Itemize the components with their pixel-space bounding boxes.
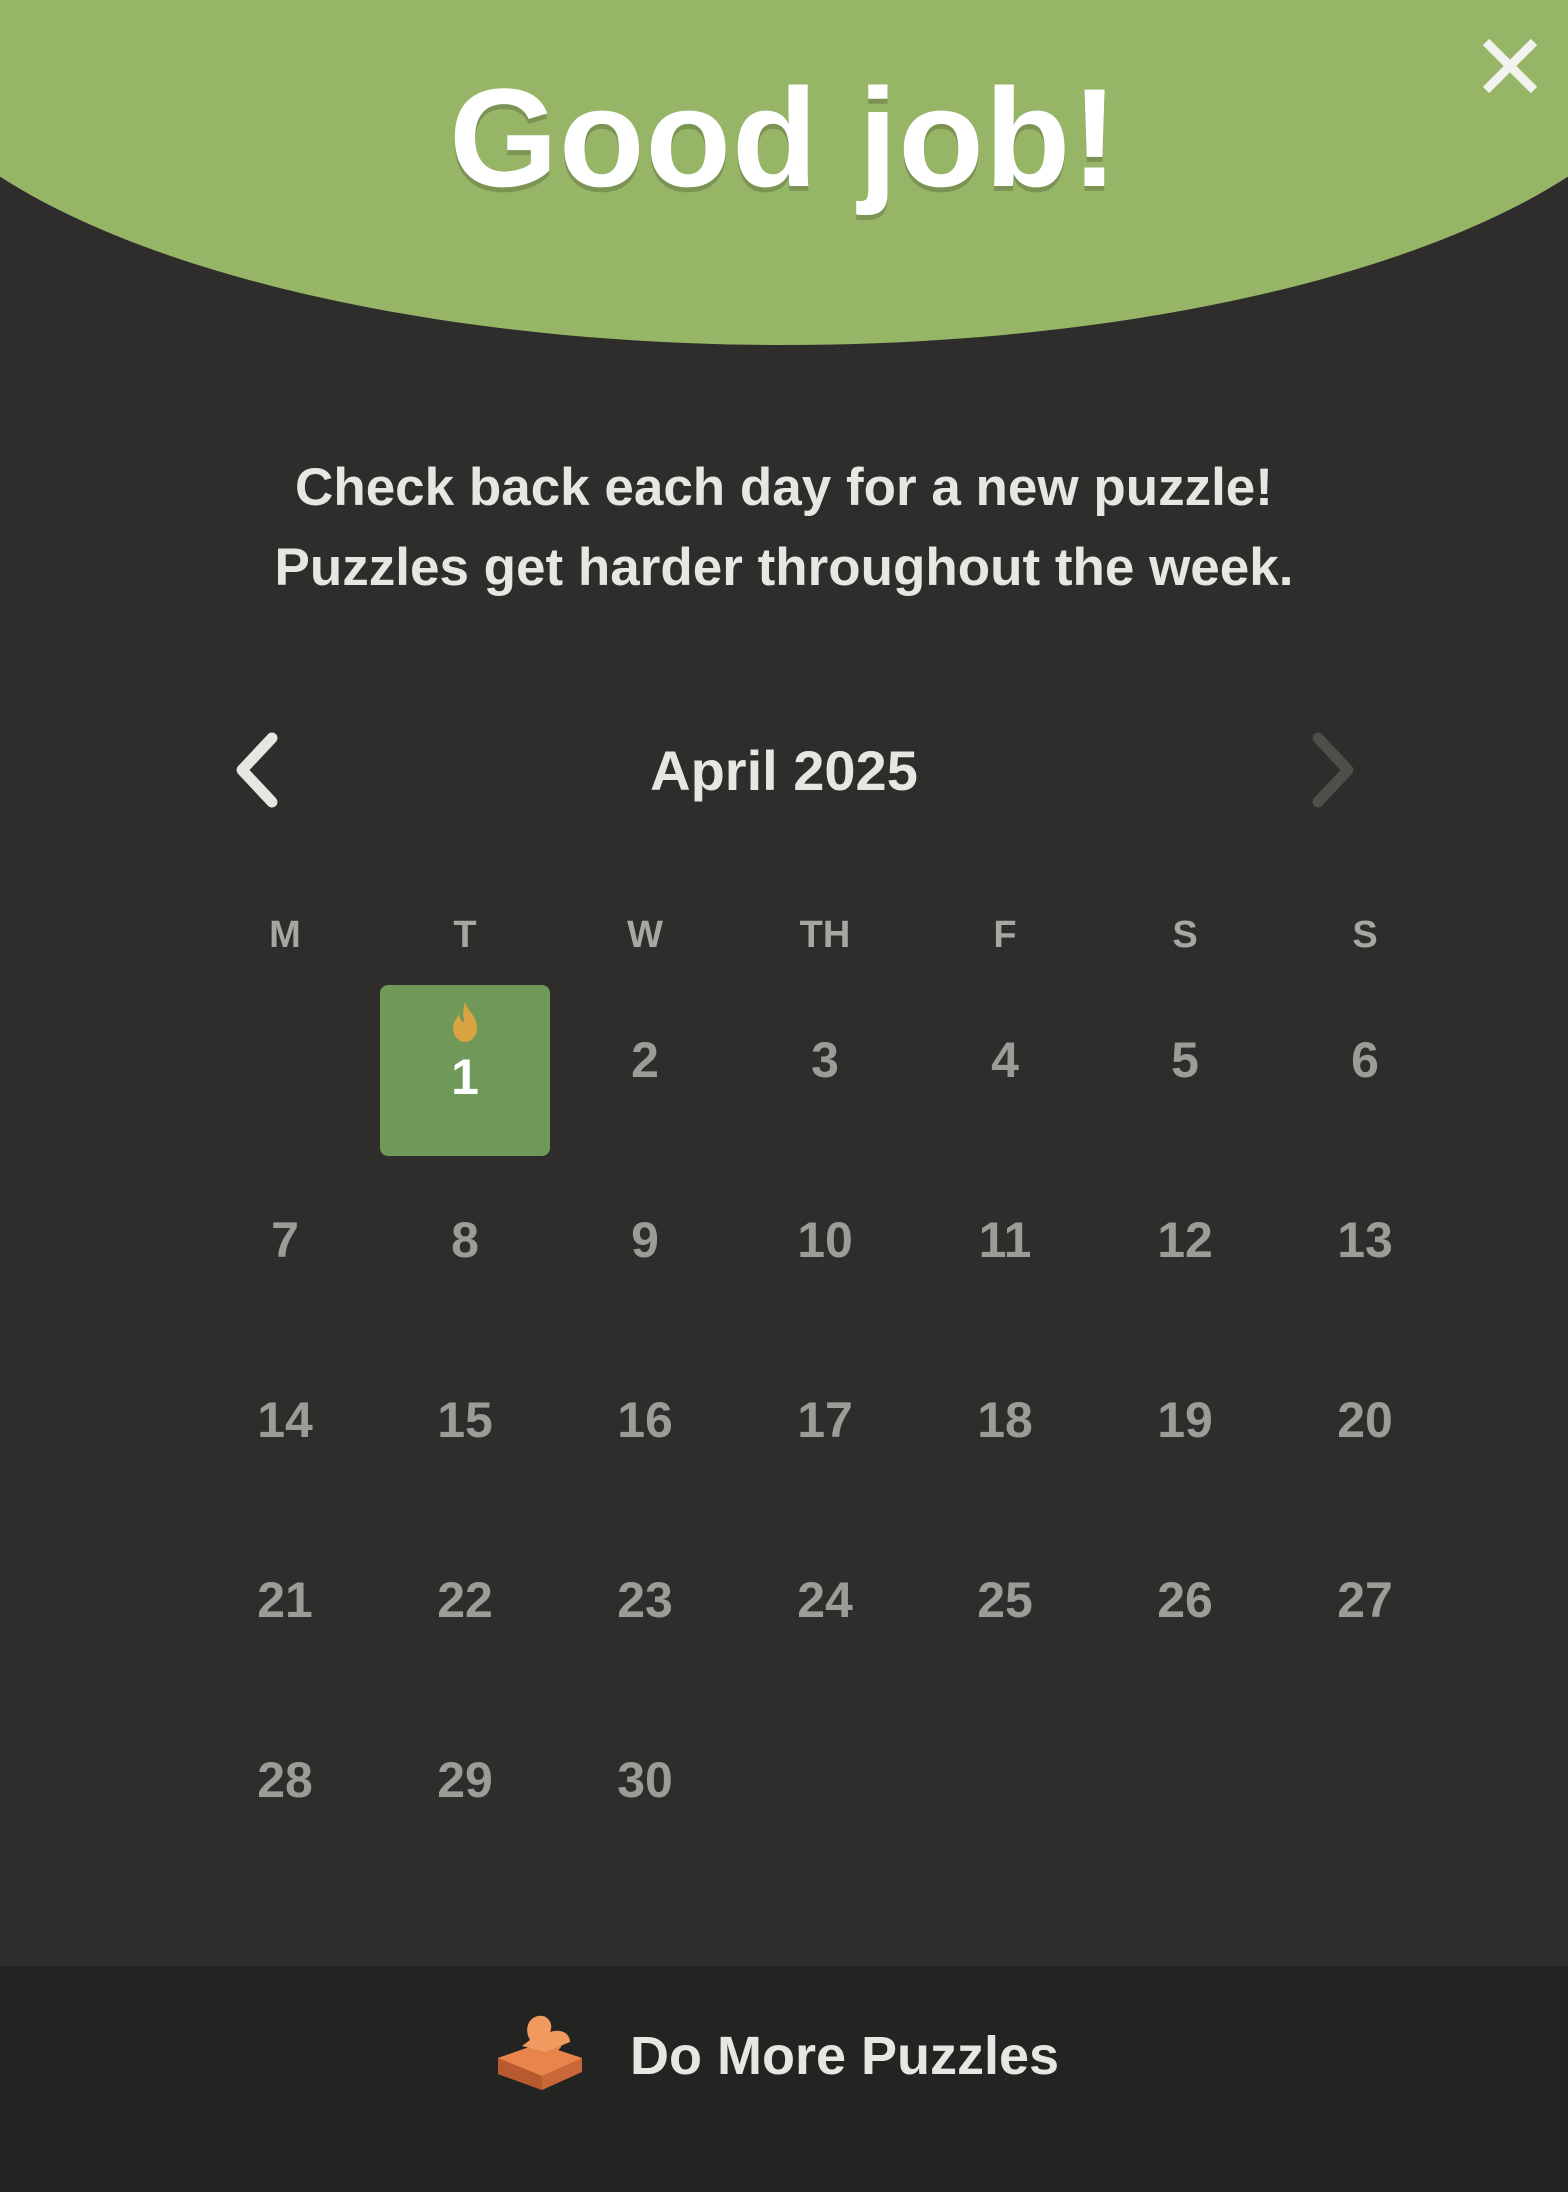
calendar-day-empty xyxy=(1275,1690,1455,1870)
weekday-label: S xyxy=(1352,914,1378,956)
modal-title: Good job! xyxy=(449,59,1119,216)
calendar-day[interactable]: 3 xyxy=(735,970,915,1150)
next-month-button[interactable] xyxy=(1290,730,1370,810)
calendar-day[interactable]: 24 xyxy=(735,1510,915,1690)
calendar-week: 21 22 23 24 25 26 27 xyxy=(195,1510,1455,1690)
calendar-day[interactable]: 8 xyxy=(375,1150,555,1330)
calendar-day-completed[interactable]: 1 xyxy=(375,970,555,1156)
calendar-day[interactable]: 4 xyxy=(915,970,1095,1150)
instructions-line-2: Puzzles get harder throughout the week. xyxy=(274,538,1294,597)
weekday-label: TH xyxy=(799,914,851,956)
calendar-week: 28 29 30 xyxy=(195,1690,1455,1870)
calendar-day[interactable]: 13 xyxy=(1275,1150,1455,1330)
weekday-label: M xyxy=(269,914,301,956)
puzzle-piece-icon xyxy=(498,2015,582,2090)
calendar-day[interactable]: 15 xyxy=(375,1330,555,1510)
calendar-day[interactable]: 16 xyxy=(555,1330,735,1510)
calendar-week: 14 15 16 17 18 19 20 xyxy=(195,1330,1455,1510)
close-icon xyxy=(1482,38,1538,94)
weekday-label: T xyxy=(453,914,477,956)
calendar-day[interactable]: 9 xyxy=(555,1150,735,1330)
calendar-day[interactable]: 2 xyxy=(555,970,735,1150)
chevron-right-icon xyxy=(1312,732,1354,808)
calendar-day[interactable]: 22 xyxy=(375,1510,555,1690)
calendar-grid: M T W TH F S S 1 2 3 4 5 6 7 8 9 10 11 1… xyxy=(195,900,1455,1870)
calendar-day[interactable]: 12 xyxy=(1095,1150,1275,1330)
calendar-day-empty xyxy=(915,1690,1095,1870)
calendar-day[interactable]: 30 xyxy=(555,1690,735,1870)
do-more-puzzles-label: Do More Puzzles xyxy=(630,2026,1060,2086)
instructions-text: Check back each day for a new puzzle! Pu… xyxy=(0,448,1568,608)
flame-icon xyxy=(453,1002,477,1042)
weekday-header: M T W TH F S S xyxy=(195,900,1455,970)
weekday-label: W xyxy=(627,914,663,956)
month-navigation: April 2025 xyxy=(0,720,1568,820)
calendar-day[interactable]: 11 xyxy=(915,1150,1095,1330)
footer-bar: Do More Puzzles xyxy=(0,1966,1568,2192)
calendar-day-number: 1 xyxy=(451,1049,479,1105)
calendar-week: 1 2 3 4 5 6 xyxy=(195,970,1455,1156)
calendar-day[interactable]: 14 xyxy=(195,1330,375,1510)
calendar-day[interactable]: 7 xyxy=(195,1150,375,1330)
calendar-day[interactable]: 18 xyxy=(915,1330,1095,1510)
calendar-day[interactable]: 19 xyxy=(1095,1330,1275,1510)
weekday-label: S xyxy=(1172,914,1198,956)
calendar-day-empty xyxy=(1095,1690,1275,1870)
calendar-day[interactable]: 21 xyxy=(195,1510,375,1690)
calendar-day-empty xyxy=(195,970,375,1150)
instructions-line-1: Check back each day for a new puzzle! xyxy=(295,458,1273,517)
calendar-week: 7 8 9 10 11 12 13 xyxy=(195,1150,1455,1330)
calendar-day[interactable]: 29 xyxy=(375,1690,555,1870)
weekday-label: F xyxy=(993,914,1017,956)
calendar-day[interactable]: 26 xyxy=(1095,1510,1275,1690)
calendar-day[interactable]: 6 xyxy=(1275,970,1455,1150)
calendar-day[interactable]: 17 xyxy=(735,1330,915,1510)
close-button[interactable] xyxy=(1474,30,1546,102)
calendar-day[interactable]: 5 xyxy=(1095,970,1275,1150)
do-more-puzzles-button[interactable]: Do More Puzzles xyxy=(490,2006,1059,2106)
calendar-day[interactable]: 28 xyxy=(195,1690,375,1870)
puzzle-complete-modal: Good job! Check back each day for a new … xyxy=(0,0,1568,2192)
calendar-day[interactable]: 20 xyxy=(1275,1330,1455,1510)
calendar-day-empty xyxy=(735,1690,915,1870)
calendar-day[interactable]: 25 xyxy=(915,1510,1095,1690)
calendar-day[interactable]: 27 xyxy=(1275,1510,1455,1690)
calendar-day[interactable]: 23 xyxy=(555,1510,735,1690)
calendar-day[interactable]: 10 xyxy=(735,1150,915,1330)
